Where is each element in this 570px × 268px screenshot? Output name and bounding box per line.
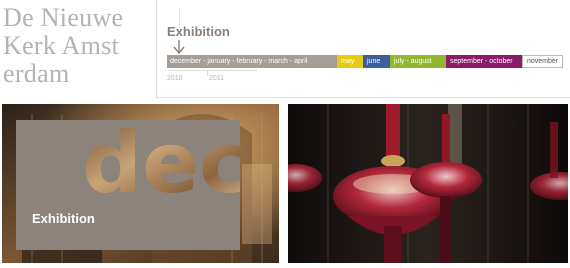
month-cutout-text: dec (82, 122, 240, 196)
feature-overlay: dec Exhibition (16, 120, 240, 250)
feature-panel-exhibition[interactable]: dec Exhibition (2, 104, 279, 263)
arrow-down-icon (173, 40, 185, 55)
year-tick (207, 70, 208, 76)
timeline-segment-jul-aug[interactable]: july - august (390, 55, 446, 68)
timeline-segment-may[interactable]: may (337, 55, 363, 68)
logo-line-1: De Nieuwe (3, 3, 124, 32)
timeline-segment-june[interactable]: june (363, 55, 390, 68)
section-title: Exhibition (167, 24, 230, 39)
year-label-2010: 2010 (167, 75, 183, 82)
header-divider-vertical (156, 0, 157, 98)
header-divider-horizontal (157, 97, 570, 98)
timeline-segment-november[interactable]: november (522, 55, 563, 68)
month-word: dec (82, 122, 240, 196)
glass-vases-photo[interactable] (288, 104, 568, 263)
year-axis-line (167, 70, 257, 71)
timeline-segment-sep-oct[interactable]: september - october (446, 55, 522, 68)
logo-line-3: erdam (3, 59, 70, 88)
logo-line-2: Kerk Amst (3, 31, 120, 60)
year-label-2011: 2011 (209, 75, 225, 82)
vases-image (288, 104, 568, 263)
month-timeline: december - january - february - march - … (167, 55, 563, 68)
timeline-segment-dec-apr[interactable]: december - january - february - march - … (167, 55, 337, 68)
feature-label: Exhibition (32, 211, 95, 226)
site-logo[interactable]: De Nieuwe Kerk Amst erdam (3, 4, 153, 88)
